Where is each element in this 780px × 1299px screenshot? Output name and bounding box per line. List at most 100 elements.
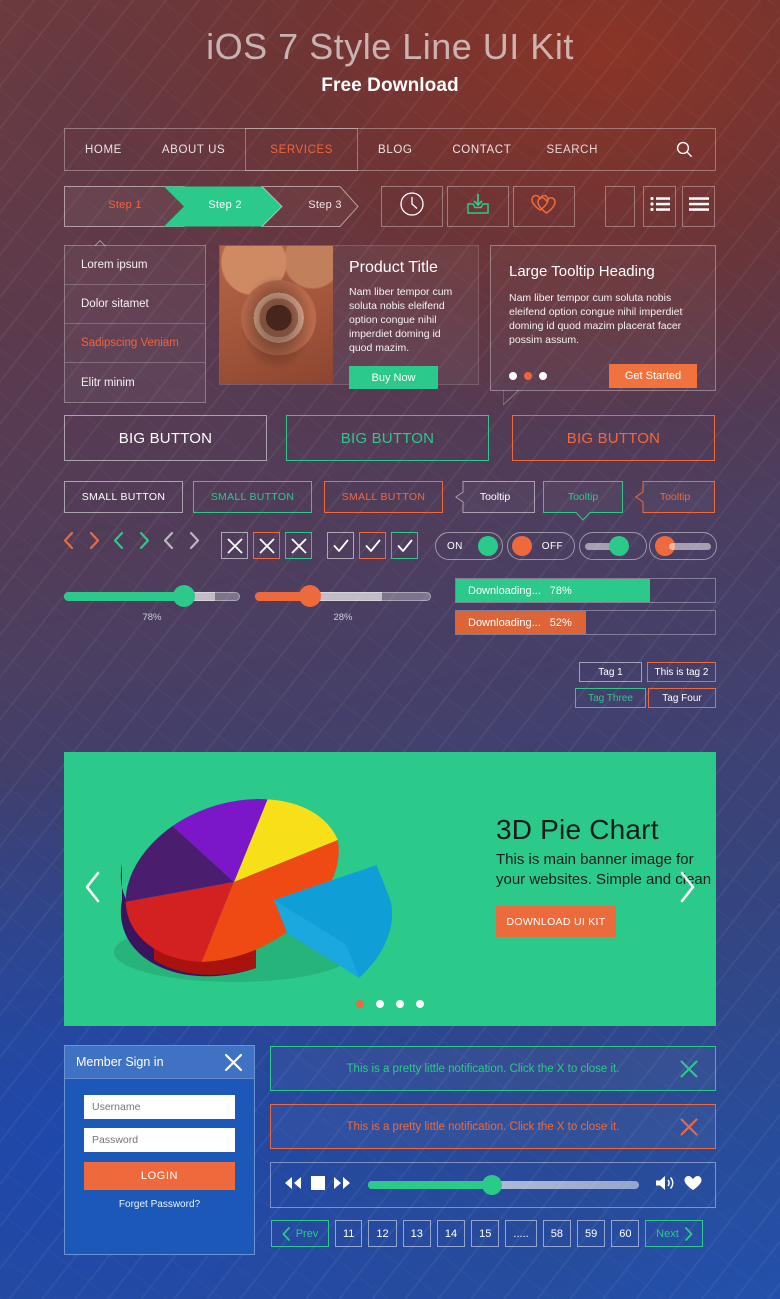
- step-breadcrumb: Step 1 Step 2 Step 3: [64, 186, 361, 227]
- banner-dot-1[interactable]: [356, 1000, 364, 1008]
- notification-orange-message: This is a pretty little notification. Cl…: [346, 1120, 620, 1133]
- nav-item-contact[interactable]: CONTACT: [432, 129, 531, 170]
- buy-now-button[interactable]: Buy Now: [349, 366, 438, 389]
- nav-item-home[interactable]: HOME: [65, 129, 142, 170]
- heart-icon[interactable]: [684, 1175, 702, 1196]
- pagination-page-12[interactable]: 12: [368, 1220, 397, 1247]
- volume-icon[interactable]: [655, 1175, 675, 1196]
- checkbox-x-white[interactable]: [221, 532, 248, 559]
- checkbox-check-white[interactable]: [327, 532, 354, 559]
- get-started-button[interactable]: Get Started: [609, 364, 697, 388]
- checkbox-check-orange[interactable]: [359, 532, 386, 559]
- nav-item-services[interactable]: SERVICES: [245, 128, 359, 171]
- nav-item-blog[interactable]: BLOG: [358, 129, 432, 170]
- small-button-green[interactable]: SMALL BUTTON: [193, 481, 312, 513]
- pagination-page-60[interactable]: 60: [611, 1220, 640, 1247]
- large-tooltip-card: Large Tooltip Heading Nam liber tempor c…: [490, 245, 716, 407]
- nav-search-area[interactable]: SEARCH: [546, 129, 715, 170]
- pill-slider-orange-track[interactable]: [669, 542, 711, 550]
- player-progress-handle[interactable]: [481, 1175, 502, 1195]
- nav-item-about-us[interactable]: ABOUT US: [142, 129, 245, 170]
- progress-bar-orange: Downloading... 52%: [455, 610, 716, 635]
- chevron-left-green-icon: [113, 531, 124, 550]
- download-ui-kit-button[interactable]: DOWNLOAD UI KIT: [496, 906, 616, 937]
- dropdown-item-lorem-ipsum[interactable]: Lorem ipsum: [65, 246, 205, 285]
- checkbox-x-green[interactable]: [285, 532, 312, 559]
- slider-orange[interactable]: 28%: [255, 585, 431, 623]
- toggle-on-knob[interactable]: [478, 536, 498, 556]
- small-button-white[interactable]: SMALL BUTTON: [64, 481, 183, 513]
- tag-4[interactable]: Tag Four: [648, 688, 716, 708]
- tooltip-dot-3[interactable]: [539, 372, 547, 380]
- list-lines-button[interactable]: [682, 186, 715, 227]
- toggle-off-knob[interactable]: [512, 536, 532, 556]
- download-tray-icon: [465, 191, 491, 222]
- player-progress-track[interactable]: [368, 1175, 639, 1195]
- close-icon[interactable]: [224, 1053, 243, 1072]
- toggle-on[interactable]: ON: [435, 532, 503, 560]
- pagination-page-14[interactable]: 14: [436, 1220, 466, 1247]
- forget-password-link[interactable]: Forget Password?: [84, 1199, 235, 1210]
- dropdown-item-dolor-sitamet[interactable]: Dolor sitamet: [65, 285, 205, 324]
- pagination-page-58[interactable]: 58: [542, 1220, 571, 1247]
- fast-forward-icon[interactable]: [334, 1176, 352, 1195]
- big-button-green[interactable]: BIG BUTTON: [286, 415, 489, 461]
- pill-slider-green-knob[interactable]: [609, 536, 629, 556]
- blank-button[interactable]: [605, 186, 635, 227]
- checkbox-check-green[interactable]: [391, 532, 418, 559]
- progress-bar-green-fill: Downloading... 78%: [456, 579, 651, 602]
- banner-dot-2[interactable]: [376, 1000, 384, 1008]
- clock-button[interactable]: [381, 186, 443, 227]
- pagination-page-11[interactable]: 11: [335, 1220, 363, 1247]
- pill-slider-orange[interactable]: [649, 532, 717, 560]
- login-button[interactable]: LOGIN: [84, 1162, 235, 1190]
- pill-slider-green[interactable]: [579, 532, 647, 560]
- chevron-right-orange-icon: [89, 531, 100, 550]
- tag-1[interactable]: Tag 1: [579, 662, 642, 682]
- tooltip-white[interactable]: Tooltip: [455, 481, 535, 513]
- big-button-orange[interactable]: BIG BUTTON: [512, 415, 715, 461]
- favorite-button[interactable]: [513, 186, 575, 227]
- tag-2[interactable]: This is tag 2: [647, 662, 716, 682]
- step-3[interactable]: Step 3: [282, 199, 368, 211]
- close-icon[interactable]: [679, 1117, 699, 1137]
- pagination-page-15[interactable]: 15: [471, 1220, 500, 1247]
- pagination: Prev 11 12 13 14 15 ..... 58 59 60 Next: [271, 1220, 704, 1247]
- tooltip-dot-2[interactable]: [524, 372, 532, 380]
- notification-orange: This is a pretty little notification. Cl…: [270, 1104, 716, 1149]
- pagination-next[interactable]: Next: [645, 1220, 704, 1247]
- tooltip-green[interactable]: Tooltip: [543, 481, 623, 521]
- search-icon[interactable]: [676, 141, 693, 158]
- banner-next-arrow[interactable]: [676, 870, 698, 909]
- dropdown-item-elitr-minim[interactable]: Elitr minim: [65, 363, 205, 402]
- pagination-page-13[interactable]: 13: [402, 1220, 431, 1247]
- login-header: Member Sign in: [65, 1046, 254, 1079]
- stop-icon[interactable]: [311, 1175, 325, 1195]
- list-bullet-button[interactable]: [643, 186, 676, 227]
- step-2[interactable]: Step 2: [182, 199, 268, 211]
- pagination-prev[interactable]: Prev: [271, 1220, 329, 1247]
- banner-dot-3[interactable]: [396, 1000, 404, 1008]
- rewind-icon[interactable]: [284, 1176, 302, 1195]
- checkbox-x-orange[interactable]: [253, 532, 280, 559]
- pagination-page-59[interactable]: 59: [576, 1220, 606, 1247]
- download-button[interactable]: [447, 186, 509, 227]
- page-title: iOS 7 Style Line UI Kit: [206, 26, 574, 67]
- password-input[interactable]: [84, 1128, 235, 1152]
- toggle-off[interactable]: OFF: [507, 532, 575, 560]
- tag-3[interactable]: Tag Three: [575, 688, 646, 708]
- tooltip-dots[interactable]: [509, 372, 547, 380]
- dropdown-item-sadipscing-veniam[interactable]: Sadipscing Veniam: [65, 324, 205, 363]
- banner-prev-arrow[interactable]: [82, 870, 104, 909]
- slider-green-handle[interactable]: [173, 585, 196, 607]
- step-1[interactable]: Step 1: [82, 199, 168, 211]
- big-button-white[interactable]: BIG BUTTON: [64, 415, 267, 461]
- banner-dot-4[interactable]: [416, 1000, 424, 1008]
- slider-green[interactable]: 78%: [64, 585, 240, 623]
- username-input[interactable]: [84, 1095, 235, 1119]
- small-button-orange[interactable]: SMALL BUTTON: [324, 481, 443, 513]
- slider-orange-handle[interactable]: [299, 585, 321, 607]
- tooltip-dot-1[interactable]: [509, 372, 517, 380]
- close-icon[interactable]: [679, 1059, 699, 1079]
- tooltip-orange[interactable]: Tooltip: [635, 481, 715, 513]
